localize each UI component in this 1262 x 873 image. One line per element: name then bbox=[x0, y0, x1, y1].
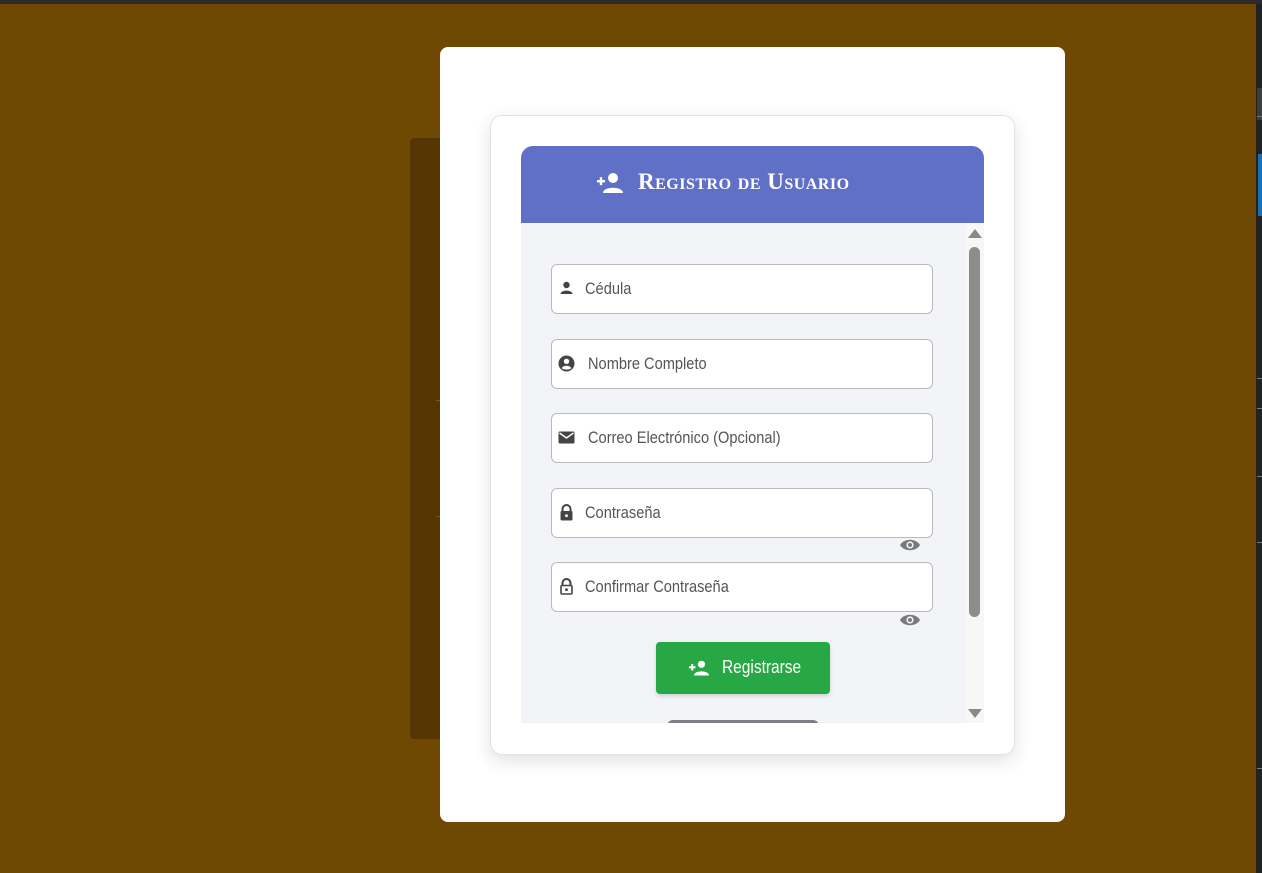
password-field[interactable]: Contraseña bbox=[551, 488, 933, 538]
mail-icon bbox=[558, 431, 575, 444]
registration-card: Registro de Usuario Cédula Nombre Comple… bbox=[490, 115, 1015, 755]
lock-icon bbox=[560, 504, 573, 521]
account-circle-icon bbox=[558, 355, 575, 372]
eye-icon[interactable] bbox=[899, 613, 921, 627]
scrollbar-thumb[interactable] bbox=[969, 247, 980, 617]
person-icon bbox=[560, 281, 573, 294]
secondary-button[interactable] bbox=[667, 720, 819, 723]
vertical-scrollbar[interactable] bbox=[965, 223, 984, 723]
confirm-password-placeholder: Confirmar Contraseña bbox=[585, 577, 729, 596]
side-panel-edge bbox=[1256, 4, 1262, 873]
lock-open-icon bbox=[560, 578, 573, 595]
cedula-placeholder: Cédula bbox=[585, 279, 632, 298]
email-field[interactable]: Correo Electrónico (Opcional) bbox=[551, 413, 933, 463]
form-scroll-area: Cédula Nombre Completo Correo Electrónic… bbox=[521, 223, 965, 723]
register-button-label: Registrarse bbox=[722, 657, 802, 677]
side-panel-divider bbox=[1257, 768, 1262, 769]
cedula-field[interactable]: Cédula bbox=[551, 264, 933, 314]
side-panel-divider bbox=[1257, 378, 1262, 379]
side-panel-divider bbox=[1257, 408, 1262, 409]
confirm-password-field[interactable]: Confirmar Contraseña bbox=[551, 562, 933, 612]
eye-icon[interactable] bbox=[899, 538, 921, 552]
register-button[interactable]: Registrarse bbox=[656, 642, 830, 694]
email-placeholder: Correo Electrónico (Opcional) bbox=[588, 428, 781, 447]
window-top-bar bbox=[0, 0, 1262, 4]
scroll-up-arrow-icon[interactable] bbox=[968, 229, 982, 238]
side-panel-highlight bbox=[1258, 154, 1262, 216]
scroll-down-arrow-icon[interactable] bbox=[968, 709, 982, 718]
side-panel-divider bbox=[1257, 476, 1262, 477]
side-panel-divider bbox=[1257, 542, 1262, 543]
card-header: Registro de Usuario bbox=[521, 146, 984, 223]
page-title: Registro de Usuario bbox=[638, 169, 850, 194]
password-placeholder: Contraseña bbox=[585, 503, 661, 522]
full-name-placeholder: Nombre Completo bbox=[588, 354, 707, 373]
side-panel-divider bbox=[1257, 116, 1262, 117]
person-add-icon bbox=[597, 173, 623, 193]
modal-dialog: Registro de Usuario Cédula Nombre Comple… bbox=[440, 47, 1065, 822]
person-add-icon bbox=[689, 660, 709, 676]
full-name-field[interactable]: Nombre Completo bbox=[551, 339, 933, 389]
